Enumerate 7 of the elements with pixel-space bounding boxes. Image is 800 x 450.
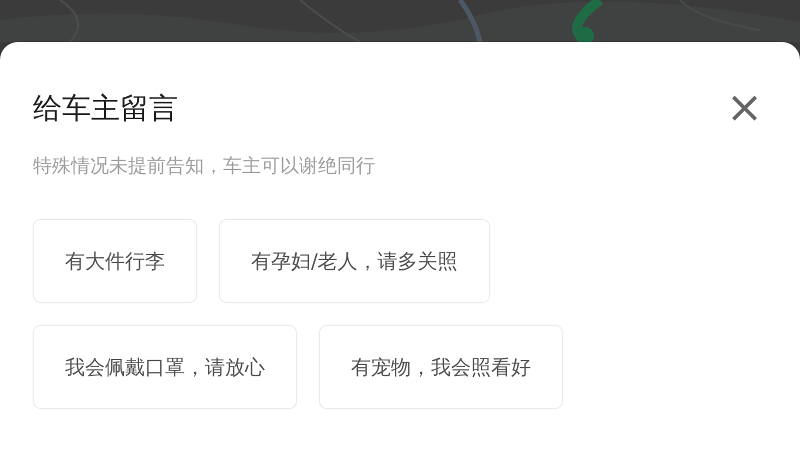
close-button[interactable]: × <box>722 86 767 130</box>
sheet-subtitle: 特殊情况未提前告知，车主可以谢绝同行 <box>33 154 376 179</box>
message-option[interactable]: 有宠物，我会照看好 <box>319 324 563 408</box>
sheet-title: 给车主留言 <box>33 90 178 126</box>
message-option[interactable]: 有孕妇/老人，请多关照 <box>219 218 490 302</box>
message-option[interactable]: 有大件行李 <box>33 218 197 302</box>
message-option[interactable]: 我会佩戴口罩，请放心 <box>33 324 297 408</box>
